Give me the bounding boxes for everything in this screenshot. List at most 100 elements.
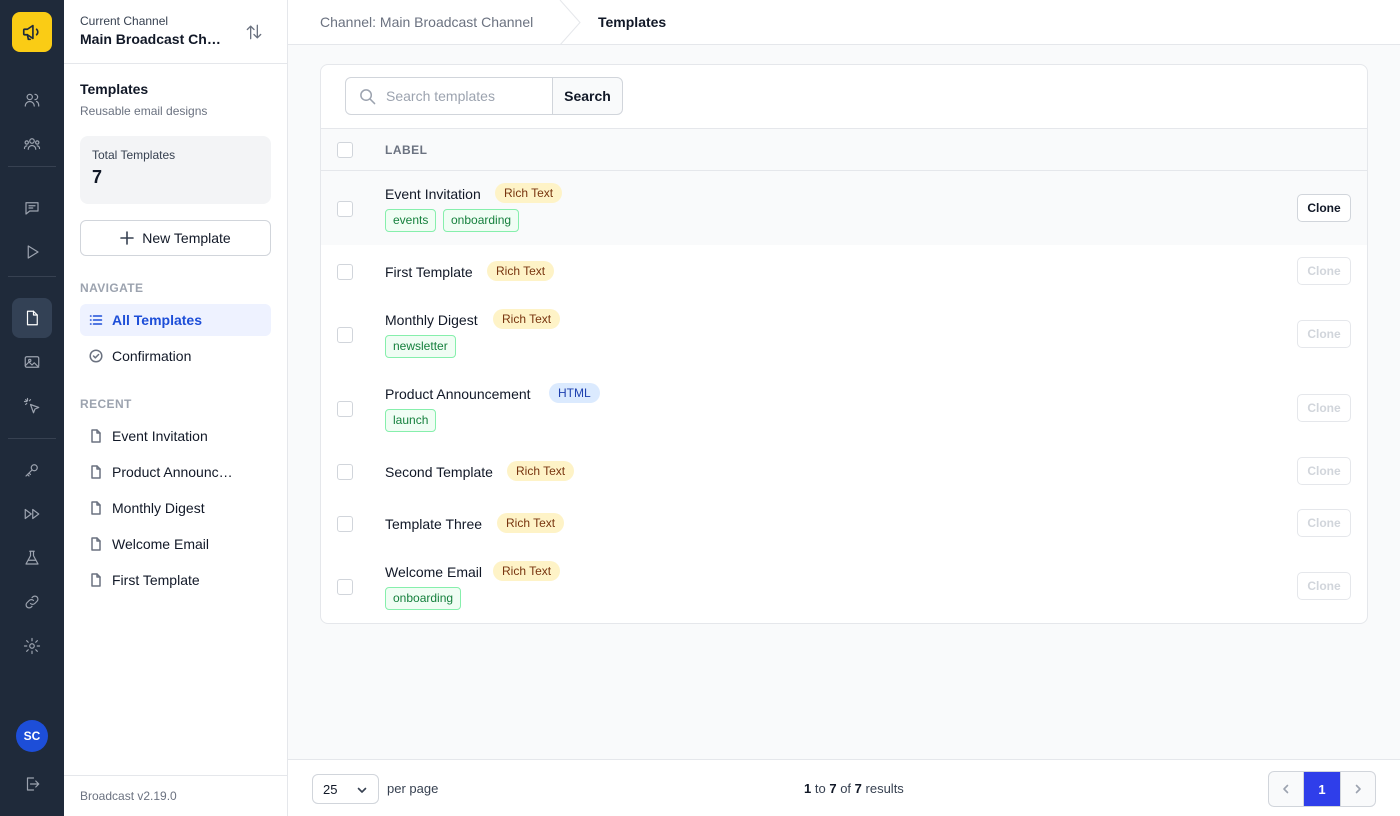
select-all-checkbox[interactable] <box>337 142 353 158</box>
document-icon <box>89 429 103 443</box>
template-name[interactable]: Template Three <box>385 516 482 532</box>
nav-item-confirmation[interactable]: Confirmation <box>80 340 271 372</box>
chevron-right-icon <box>1355 784 1361 794</box>
clone-button[interactable]: Clone <box>1297 457 1351 485</box>
search-input[interactable] <box>386 78 546 114</box>
users-icon[interactable] <box>12 80 52 120</box>
recent-item-event-invitation[interactable]: Event Invitation <box>80 420 271 452</box>
row-checkbox[interactable] <box>337 201 353 217</box>
recent-item-label: First Template <box>112 572 200 588</box>
gear-icon[interactable] <box>12 626 52 666</box>
chevron-down-icon <box>357 787 367 793</box>
plus-icon <box>120 231 135 245</box>
key-icon[interactable] <box>12 450 52 490</box>
search-field[interactable] <box>345 77 553 115</box>
avatar[interactable]: SC <box>16 720 48 752</box>
table-row[interactable]: Second Template Rich Text Clone <box>321 445 1367 497</box>
table-row[interactable]: Template Three Rich Text Clone <box>321 497 1367 549</box>
breadcrumb-current: Templates <box>598 14 667 30</box>
template-name[interactable]: Welcome Email <box>385 564 482 580</box>
play-icon[interactable] <box>12 232 52 272</box>
document-icon <box>89 573 103 587</box>
link-icon[interactable] <box>12 582 52 622</box>
row-checkbox[interactable] <box>337 464 353 480</box>
nav-item-all-templates[interactable]: All Templates <box>80 304 271 336</box>
new-template-button[interactable]: New Template <box>80 220 271 256</box>
breadcrumb-channel[interactable]: Channel: Main Broadcast Channel <box>320 14 533 30</box>
document-icon[interactable] <box>12 298 52 338</box>
clone-button[interactable]: Clone <box>1297 257 1351 285</box>
table-row[interactable]: Product Announcement HTML launch Clone <box>321 371 1367 445</box>
fast-forward-icon[interactable] <box>12 494 52 534</box>
document-icon <box>89 501 103 515</box>
recent-item-product-announcement[interactable]: Product Announcement <box>80 456 271 488</box>
row-checkbox[interactable] <box>337 516 353 532</box>
table-row[interactable]: Event Invitation Rich Text events onboar… <box>321 171 1367 245</box>
results-to-word: to <box>814 781 826 796</box>
row-checkbox[interactable] <box>337 579 353 595</box>
chat-icon[interactable] <box>12 188 52 228</box>
rail-divider <box>8 166 56 167</box>
new-template-label: New Template <box>142 230 231 246</box>
group-icon[interactable] <box>12 124 52 164</box>
type-badge: Rich Text <box>497 513 565 533</box>
sidebar-subtitle: Reusable email designs <box>80 104 208 118</box>
template-name[interactable]: Monthly Digest <box>385 312 478 328</box>
row-checkbox[interactable] <box>337 401 353 417</box>
table-row[interactable]: First Template Rich Text Clone <box>321 245 1367 297</box>
clone-button[interactable]: Clone <box>1297 572 1351 600</box>
type-badge: HTML <box>549 383 600 403</box>
beaker-icon[interactable] <box>12 538 52 578</box>
column-header-label[interactable]: LABEL <box>385 143 428 157</box>
check-circle-icon <box>89 349 103 363</box>
clone-button[interactable]: Clone <box>1297 509 1351 537</box>
tag-chip: launch <box>385 409 437 432</box>
search-button[interactable]: Search <box>552 77 623 115</box>
per-page-label: per page <box>387 781 439 796</box>
nav-item-label: All Templates <box>112 312 202 328</box>
tag-chip: onboarding <box>385 587 462 610</box>
breadcrumb-separator-icon <box>559 0 581 45</box>
recent-item-monthly-digest[interactable]: Monthly Digest <box>80 492 271 524</box>
switch-channel-icon[interactable] <box>244 22 264 42</box>
image-icon[interactable] <box>12 342 52 382</box>
results-word: results <box>865 781 904 796</box>
document-icon <box>89 465 103 479</box>
clone-button[interactable]: Clone <box>1297 394 1351 422</box>
channel-name: Main Broadcast Channel <box>80 31 226 47</box>
tag-chip: events <box>385 209 437 232</box>
cursor-click-icon[interactable] <box>12 386 52 426</box>
type-badge: Rich Text <box>495 183 563 203</box>
recent-item-first-template[interactable]: First Template <box>80 564 271 596</box>
next-page-button[interactable] <box>1340 772 1375 806</box>
table-row[interactable]: Welcome Email Rich Text onboarding Clone <box>321 549 1367 623</box>
per-page-select[interactable]: 25 <box>312 774 379 804</box>
template-name[interactable]: Event Invitation <box>385 186 481 202</box>
recent-item-label: Event Invitation <box>112 428 208 444</box>
results-total: 7 <box>854 781 862 796</box>
previous-page-button[interactable] <box>1269 772 1304 806</box>
breadcrumb: Channel: Main Broadcast Channel Template… <box>288 0 1400 45</box>
template-name[interactable]: First Template <box>385 264 473 280</box>
row-checkbox[interactable] <box>337 264 353 280</box>
results-summary: 1 to 7 of 7 results <box>804 781 904 796</box>
clone-button[interactable]: Clone <box>1297 194 1351 222</box>
table-row[interactable]: Monthly Digest Rich Text newsletter Clon… <box>321 297 1367 371</box>
template-name[interactable]: Second Template <box>385 464 493 480</box>
channel-switcher[interactable]: Current Channel Main Broadcast Channel <box>64 0 287 64</box>
current-page-button[interactable]: 1 <box>1304 772 1340 806</box>
pagination-bar: 25 per page 1 to 7 of 7 results 1 <box>288 759 1400 816</box>
type-badge: Rich Text <box>493 561 561 581</box>
per-page-value: 25 <box>323 782 338 797</box>
megaphone-icon[interactable] <box>12 12 52 52</box>
logout-icon[interactable] <box>12 764 52 804</box>
clone-button[interactable]: Clone <box>1297 320 1351 348</box>
templates-sidebar: Current Channel Main Broadcast Channel T… <box>64 0 288 816</box>
results-from: 1 <box>804 781 812 796</box>
templates-table-card: Search LABEL Event Invitation Rich Text … <box>320 64 1368 624</box>
template-name[interactable]: Product Announcement <box>385 386 531 402</box>
recent-item-welcome-email[interactable]: Welcome Email <box>80 528 271 560</box>
recent-item-label: Product Announcement <box>112 464 240 480</box>
row-checkbox[interactable] <box>337 327 353 343</box>
document-icon <box>89 537 103 551</box>
